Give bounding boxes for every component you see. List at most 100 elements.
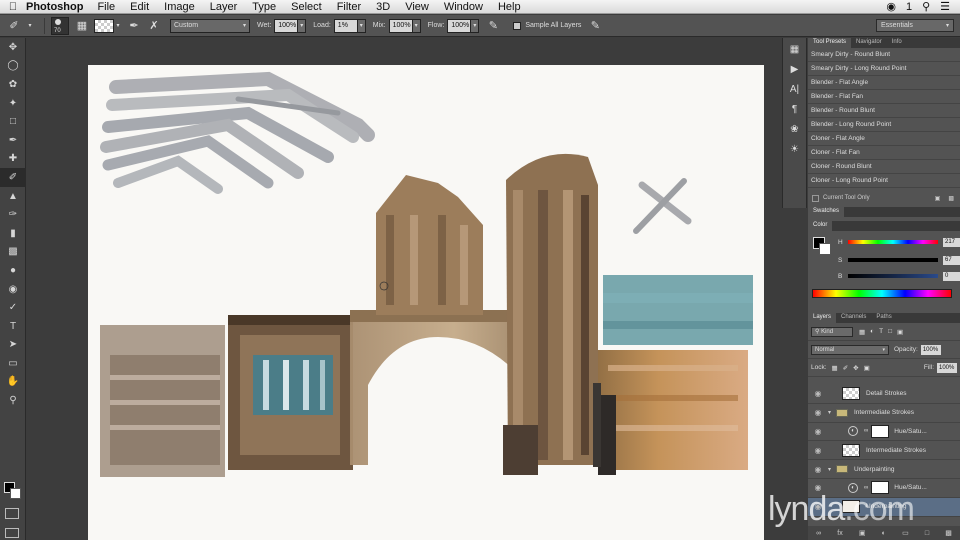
- load-field[interactable]: 1%: [333, 18, 358, 33]
- menu-layer[interactable]: Layer: [210, 1, 238, 13]
- menu-image[interactable]: Image: [164, 1, 195, 13]
- menu-select[interactable]: Select: [291, 1, 322, 13]
- saturation-value[interactable]: 67: [943, 255, 960, 265]
- flow-field[interactable]: 100%: [447, 18, 472, 33]
- list-item[interactable]: Cloner - Round Blunt: [808, 160, 960, 174]
- character-icon[interactable]: A|: [783, 80, 806, 98]
- rectangle-tool-icon[interactable]: ▭: [0, 354, 26, 373]
- eye-icon[interactable]: ◉: [886, 0, 896, 13]
- zoom-tool-icon[interactable]: ⚲: [0, 391, 26, 410]
- workspace-switcher[interactable]: Essentials ▾: [876, 19, 954, 32]
- hue-slider[interactable]: [848, 240, 938, 244]
- app-menu[interactable]: Photoshop: [26, 1, 83, 13]
- trash-icon[interactable]: ▩: [945, 529, 952, 537]
- tab-paths[interactable]: Paths: [871, 313, 896, 323]
- history-brush-tool-icon[interactable]: ✑: [0, 205, 26, 224]
- brush-size-picker[interactable]: 70: [51, 16, 69, 35]
- menu-3d[interactable]: 3D: [376, 1, 390, 13]
- load-brush-icon[interactable]: ✒: [126, 18, 142, 34]
- menu-help[interactable]: Help: [498, 1, 521, 13]
- color-spectrum-ramp[interactable]: [812, 289, 952, 298]
- tab-tool-presets[interactable]: Tool Presets: [808, 38, 852, 48]
- blur-tool-icon[interactable]: ●: [0, 261, 26, 280]
- list-item[interactable]: Cloner - Flat Fan: [808, 146, 960, 160]
- list-item[interactable]: Blender - Round Blunt: [808, 104, 960, 118]
- list-item[interactable]: Cloner - Flat Angle: [808, 132, 960, 146]
- lock-pixels-icon[interactable]: ✐: [843, 364, 848, 372]
- paragraph-icon[interactable]: ¶: [783, 100, 806, 118]
- tab-color[interactable]: Color: [808, 221, 833, 231]
- new-layer-icon[interactable]: □: [925, 530, 929, 537]
- brightness-value[interactable]: 0: [943, 271, 960, 281]
- menu-filter[interactable]: Filter: [337, 1, 361, 13]
- trash-icon[interactable]: ▩: [948, 195, 954, 202]
- shape-filter-icon[interactable]: □: [888, 328, 892, 335]
- clone-source-icon[interactable]: ☀: [783, 140, 806, 158]
- marquee-tool-icon[interactable]: ◯: [0, 57, 26, 76]
- layer-row-underpainting-group[interactable]: ◉ ▾ Underpainting: [808, 460, 960, 479]
- list-item[interactable]: Cloner - Long Round Point: [808, 174, 960, 188]
- apple-icon[interactable]: : [0, 1, 26, 13]
- menu-view[interactable]: View: [405, 1, 429, 13]
- chevron-down-icon[interactable]: ▾: [828, 466, 836, 473]
- eye-icon[interactable]: ◉: [808, 465, 828, 474]
- sample-all-layers-checkbox[interactable]: [513, 21, 522, 30]
- tab-channels[interactable]: Channels: [836, 313, 871, 323]
- type-tool-icon[interactable]: T: [0, 317, 26, 336]
- clone-stamp-tool-icon[interactable]: ▲: [0, 187, 26, 206]
- eye-icon[interactable]: ◉: [808, 446, 828, 455]
- layer-row-intermediate-group[interactable]: ◉ ▾ Intermediate Strokes: [808, 404, 960, 423]
- tab-navigator[interactable]: Navigator: [851, 38, 887, 48]
- brush-presets-icon[interactable]: ❀: [783, 120, 806, 138]
- adjustment-filter-icon[interactable]: ◐: [870, 328, 874, 335]
- opacity-field[interactable]: 100%: [920, 344, 941, 355]
- chevron-down-icon[interactable]: ▾: [828, 409, 836, 416]
- list-item[interactable]: Blender - Flat Angle: [808, 76, 960, 90]
- canvas[interactable]: [88, 65, 764, 540]
- type-filter-icon[interactable]: T: [879, 328, 883, 335]
- hue-value[interactable]: 217: [943, 237, 960, 247]
- background-color-swatch[interactable]: [10, 488, 21, 499]
- add-mask-icon[interactable]: ▣: [859, 529, 866, 537]
- dodge-tool-icon[interactable]: ◉: [0, 280, 26, 299]
- tab-info[interactable]: Info: [887, 38, 907, 48]
- menu-file[interactable]: File: [97, 1, 115, 13]
- quick-select-tool-icon[interactable]: ✦: [0, 94, 26, 113]
- chevron-down-icon[interactable]: ▾: [26, 18, 34, 34]
- brightness-slider[interactable]: [848, 274, 938, 278]
- flow-dropdown[interactable]: ▾: [471, 18, 480, 33]
- list-item[interactable]: Blender - Flat Fan: [808, 90, 960, 104]
- history-icon[interactable]: ▦: [783, 40, 806, 58]
- saturation-slider[interactable]: [848, 258, 938, 262]
- chain-icon[interactable]: ∞: [864, 428, 868, 434]
- eyedropper-tool-icon[interactable]: ✒: [0, 131, 26, 150]
- chevron-down-icon[interactable]: ▾: [114, 18, 122, 34]
- layer-row-hue-saturation-1[interactable]: ◉ ◐ ∞ Hue/Satu...: [808, 423, 960, 442]
- pen-tool-icon[interactable]: ✓: [0, 298, 26, 317]
- smart-object-filter-icon[interactable]: ▣: [897, 328, 903, 336]
- pressure-icon[interactable]: ✎: [587, 18, 603, 34]
- image-filter-icon[interactable]: ▦: [859, 328, 865, 336]
- eye-icon[interactable]: ◉: [808, 408, 828, 417]
- color-bg-swatch[interactable]: [819, 243, 831, 255]
- mix-field[interactable]: 100%: [388, 18, 413, 33]
- actions-play-icon[interactable]: ▶: [783, 60, 806, 78]
- layer-kind-filter[interactable]: ⚲ Kind: [811, 326, 853, 337]
- path-select-tool-icon[interactable]: ➤: [0, 336, 26, 355]
- eye-icon[interactable]: ◉: [808, 427, 828, 436]
- layer-row-detail-strokes[interactable]: ◉ Detail Strokes: [808, 385, 960, 404]
- gradient-tool-icon[interactable]: ▩: [0, 243, 26, 262]
- quick-mask-icon[interactable]: [5, 508, 19, 519]
- list-item[interactable]: Blender - Long Round Point: [808, 118, 960, 132]
- fill-field[interactable]: 100%: [937, 362, 957, 373]
- menu-type[interactable]: Type: [252, 1, 276, 13]
- tab-layers[interactable]: Layers: [808, 313, 837, 323]
- eraser-tool-icon[interactable]: ▮: [0, 224, 26, 243]
- lock-all-icon[interactable]: ▣: [864, 364, 870, 372]
- healing-brush-tool-icon[interactable]: ✚: [0, 150, 26, 169]
- eye-icon[interactable]: ◉: [808, 389, 828, 398]
- move-tool-icon[interactable]: ✥: [0, 38, 26, 57]
- mixer-brush-tool-icon[interactable]: ✐: [0, 168, 26, 187]
- tab-swatches[interactable]: Swatches: [808, 207, 845, 217]
- wet-dropdown[interactable]: ▾: [298, 18, 307, 33]
